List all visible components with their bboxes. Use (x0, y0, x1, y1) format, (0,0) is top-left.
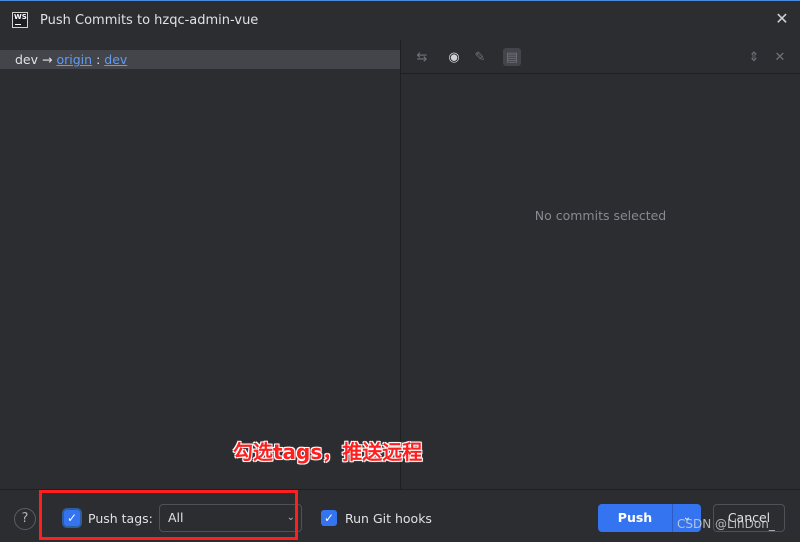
run-hooks-label: Run Git hooks (345, 511, 432, 526)
expand-all-icon[interactable]: ⇕ (745, 48, 763, 66)
title-bar: WS Push Commits to hzqc-admin-vue ✕ (0, 0, 800, 40)
collapse-all-icon[interactable]: ✕ (771, 48, 789, 66)
separator: : (96, 52, 101, 67)
run-hooks-checkbox[interactable]: ✓ (321, 510, 337, 526)
branch-row[interactable]: dev → origin : dev (0, 50, 400, 69)
dialog-footer: ? ✓ Push tags: All ⌄ ✓ Run Git hooks Pus… (0, 489, 800, 542)
dialog-title: Push Commits to hzqc-admin-vue (40, 13, 259, 28)
details-pane: ⇆ ◉ ✎ ▤ ⇕ ✕ No commits selected (401, 40, 800, 489)
annotation-text: 勾选tags，推送远程 (233, 440, 423, 464)
webstorm-logo-icon: WS (12, 12, 28, 28)
commits-tree-pane: dev → origin : dev (0, 40, 400, 489)
help-icon[interactable]: ? (14, 508, 36, 530)
eye-icon[interactable]: ◉ (445, 48, 463, 66)
compare-icon[interactable]: ⇆ (413, 48, 431, 66)
diff-preview-icon[interactable]: ▤ (503, 48, 521, 66)
details-toolbar: ⇆ ◉ ✎ ▤ ⇕ ✕ (401, 40, 800, 74)
arrow-icon: → (42, 52, 53, 67)
remote-branch-link[interactable]: dev (104, 52, 127, 67)
remote-link[interactable]: origin (56, 52, 92, 67)
watermark: CSDN @LinDon_ (677, 517, 775, 531)
highlight-box (39, 490, 298, 540)
empty-state-message: No commits selected (534, 208, 667, 223)
close-icon[interactable]: ✕ (774, 11, 790, 27)
push-button-label[interactable]: Push (598, 504, 672, 532)
edit-pencil-icon[interactable]: ✎ (471, 48, 489, 66)
local-branch: dev (15, 52, 39, 67)
